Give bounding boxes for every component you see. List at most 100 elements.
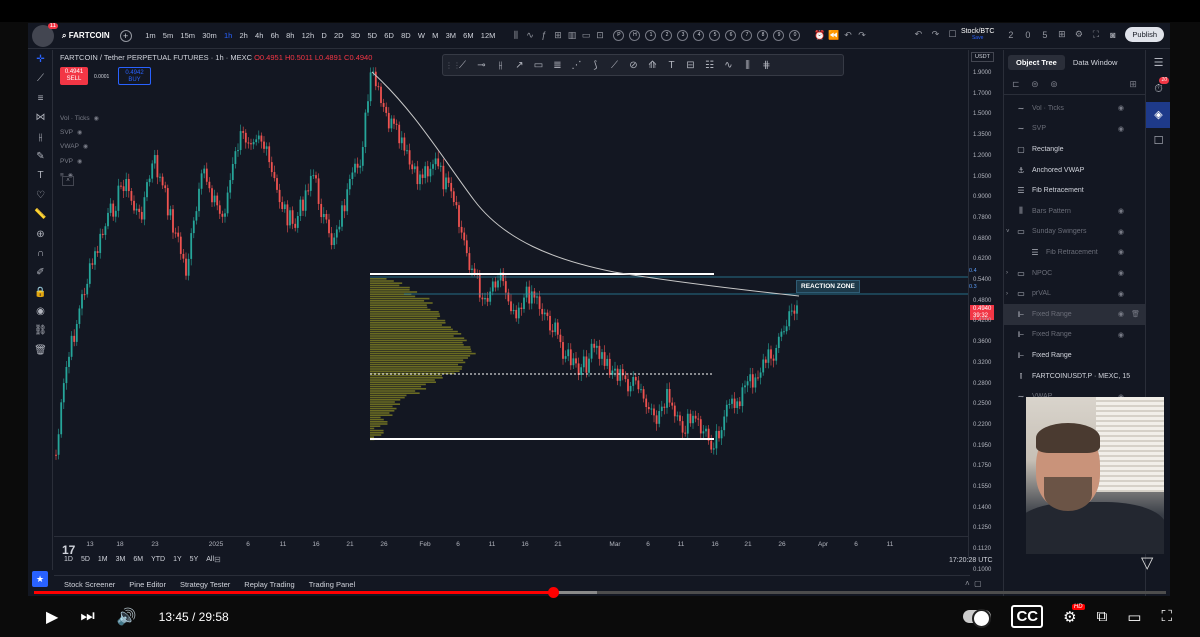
- heart-icon[interactable]: ♡: [28, 186, 53, 205]
- quick-button-9[interactable]: 8: [757, 30, 769, 41]
- undo-icon[interactable]: ↶: [841, 30, 855, 41]
- tree-item[interactable]: ⚓ Anchored VWAP: [1004, 160, 1146, 181]
- trash-icon[interactable]: 🗑: [1131, 310, 1140, 318]
- play-icon[interactable]: ▶: [46, 607, 58, 627]
- chevron-icon[interactable]: ›: [1006, 270, 1008, 276]
- settings-icon[interactable]: ⚙: [1072, 29, 1085, 40]
- tree-item[interactable]: ⊩ Fixed Range ◉: [1004, 325, 1146, 346]
- time-axis[interactable]: 13 18 23 2025 6 11 16 21 26 Feb 6 11 16 21 Mar 6 11 16 21 2…: [54, 536, 968, 550]
- eye-icon[interactable]: ◉: [1118, 290, 1124, 298]
- quick-button-2[interactable]: 1: [645, 30, 657, 41]
- timeframe-12h[interactable]: 12h: [298, 31, 318, 40]
- timeframe-6h[interactable]: 6h: [267, 31, 283, 40]
- timeframe-W[interactable]: W: [414, 31, 428, 40]
- lock-icon[interactable]: 🔒: [28, 283, 53, 302]
- pattern-tool-icon[interactable]: ⋕: [757, 60, 776, 71]
- text-icon[interactable]: T: [28, 166, 53, 185]
- buy-button[interactable]: 0.4942 BUY: [118, 67, 151, 85]
- quick-button-0[interactable]: P: [613, 30, 625, 41]
- bar-chart-icon[interactable]: ▥: [565, 30, 579, 41]
- tree-item[interactable]: ˅ ▭ Sunday Swingers ◉: [1004, 222, 1146, 243]
- timeframe-M[interactable]: M: [429, 31, 442, 40]
- eye-icon[interactable]: ◉: [1118, 269, 1124, 277]
- utc-clock[interactable]: 17:20:28 UTC: [949, 557, 993, 564]
- indicator-item[interactable]: PVP ◉: [60, 155, 99, 169]
- video-progress-bar[interactable]: [34, 587, 1166, 598]
- counter-2[interactable]: 0: [1021, 30, 1034, 40]
- checkbox-icon[interactable]: ☐: [946, 29, 959, 40]
- hline-tool-icon[interactable]: ⊸: [472, 60, 491, 71]
- crosshair-icon[interactable]: ✛: [28, 50, 53, 69]
- camera-icon[interactable]: ◙: [1106, 30, 1119, 40]
- eye-icon[interactable]: ◉: [1118, 228, 1124, 236]
- eye-icon[interactable]: ◉: [83, 144, 88, 150]
- timeframe-4h[interactable]: 4h: [251, 31, 267, 40]
- range-YTD[interactable]: YTD: [151, 556, 165, 563]
- tree-item[interactable]: › ▭ NPOC ◉: [1004, 263, 1146, 284]
- grid-icon[interactable]: ⊡: [593, 30, 607, 41]
- volume-icon[interactable]: 🔊: [117, 607, 137, 627]
- fullscreen-icon[interactable]: ⛶: [1089, 29, 1102, 40]
- zoom-icon[interactable]: ⊕: [28, 225, 53, 244]
- quick-button-8[interactable]: 7: [741, 30, 753, 41]
- eye-icon[interactable]: ◉: [1118, 331, 1124, 339]
- eye-icon[interactable]: ◉: [77, 130, 82, 136]
- timeframe-30m[interactable]: 30m: [199, 31, 221, 40]
- tree-item[interactable]: ☰ Fib Retracement ◉: [1004, 242, 1146, 263]
- text-tool-icon[interactable]: T: [662, 60, 681, 71]
- bottom-tab[interactable]: Pine Editor: [129, 580, 166, 589]
- bottom-tab[interactable]: Stock Screener: [64, 580, 115, 589]
- tree-item[interactable]: ⫼ Bars Pattern ◉: [1004, 201, 1146, 222]
- wave-tool-icon[interactable]: ∿: [719, 60, 738, 71]
- timeframe-1m[interactable]: 1m: [142, 31, 160, 40]
- next-icon[interactable]: ⏭: [80, 608, 94, 626]
- maximize-icon[interactable]: ▢: [974, 579, 982, 588]
- calendar-icon[interactable]: ⊟: [214, 555, 221, 564]
- sell-button[interactable]: 0.4941 SELL: [60, 67, 88, 85]
- watchlist-icon[interactable]: ☰: [1146, 50, 1170, 76]
- fixed-range-tool-icon[interactable]: ⊟: [681, 60, 700, 71]
- quick-button-10[interactable]: 9: [773, 30, 785, 41]
- counter-3[interactable]: 5: [1038, 30, 1051, 40]
- alerts-icon[interactable]: ⏱ 10: [1146, 76, 1170, 102]
- fib-icon[interactable]: ≡: [28, 89, 53, 108]
- tree-item[interactable]: ⫾ FARTCOINUSDT.P · MEXC, 15: [1004, 366, 1146, 387]
- pitchfork-tool-icon[interactable]: ⫲: [491, 60, 510, 71]
- eye-icon[interactable]: ◉: [1118, 125, 1124, 133]
- redo-icon[interactable]: ↷: [929, 29, 942, 40]
- timeframe-15m[interactable]: 15m: [177, 31, 199, 40]
- price-axis[interactable]: USDT 0.4 0.3 0.4940 39:32 1.9000 1.7000 1.5…: [968, 50, 1002, 573]
- measure-tool-icon[interactable]: ☷: [700, 60, 719, 71]
- range-5D[interactable]: 5D: [81, 556, 90, 563]
- brush-tool-icon[interactable]: ⟆: [586, 60, 605, 71]
- settings-gear-icon[interactable]: ⚙ HD: [1063, 603, 1085, 626]
- indicators-icon[interactable]: ƒ: [537, 30, 551, 41]
- gann-tool-icon[interactable]: ⊘: [624, 60, 643, 71]
- tree-item[interactable]: ⊩ Fixed Range: [1004, 345, 1146, 366]
- quick-button-1[interactable]: H: [629, 30, 641, 41]
- alarm-icon[interactable]: ⏰: [813, 30, 827, 41]
- range-1Y[interactable]: 1Y: [173, 556, 182, 563]
- timeframe-3D[interactable]: 3D: [347, 31, 364, 40]
- layers-icon[interactable]: ⊜: [1031, 79, 1039, 90]
- chevron-icon[interactable]: ›: [1006, 291, 1008, 297]
- autoplay-toggle[interactable]: [963, 609, 992, 628]
- line-chart-icon[interactable]: ∿: [523, 30, 537, 41]
- quick-button-11[interactable]: 0: [789, 30, 801, 41]
- range-5Y[interactable]: 5Y: [190, 556, 199, 563]
- undo-icon[interactable]: ↶: [912, 29, 925, 40]
- position-tool-icon[interactable]: ⟰: [643, 60, 662, 71]
- favorites-star-icon[interactable]: ★: [32, 571, 48, 587]
- fullscreen-icon[interactable]: ⛶: [1161, 608, 1172, 625]
- user-avatar[interactable]: 11: [32, 23, 58, 47]
- timeframe-5m[interactable]: 5m: [159, 31, 177, 40]
- eye-icon[interactable]: ◉: [1118, 310, 1124, 318]
- grid-layout-icon[interactable]: ⊞: [1055, 29, 1068, 40]
- range-1M[interactable]: 1M: [98, 556, 108, 563]
- tree-item[interactable]: ∼ Vol · Ticks ◉: [1004, 98, 1146, 119]
- tree-item[interactable]: ▢ Rectangle: [1004, 139, 1146, 160]
- range-All[interactable]: All: [206, 556, 214, 563]
- timeframe-5D[interactable]: 5D: [364, 31, 381, 40]
- timeframe-2D[interactable]: 2D: [330, 31, 347, 40]
- bottom-tab[interactable]: Strategy Tester: [180, 580, 230, 589]
